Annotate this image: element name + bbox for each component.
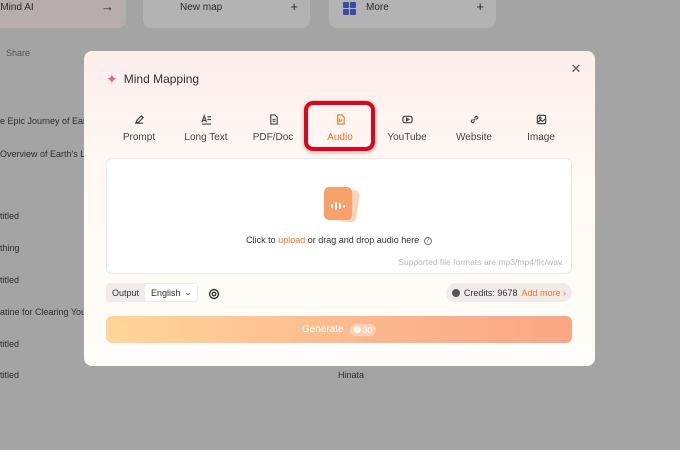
arrow-right-icon: → bbox=[101, 0, 114, 14]
tab-label: Website bbox=[456, 132, 492, 143]
credits-badge: Credits: 9678 Add more › bbox=[445, 283, 572, 302]
ai-card[interactable]: ritMind AI → bbox=[0, 0, 126, 28]
file-row[interactable]: Overview of Earth's Lay bbox=[0, 149, 95, 159]
tab-pdf-doc[interactable]: PDF/Doc bbox=[241, 112, 305, 145]
plus-icon: + bbox=[476, 0, 484, 14]
audio-upload-icon bbox=[324, 187, 361, 223]
audio-tab-highlight bbox=[304, 101, 375, 151]
new-map-label: New map bbox=[180, 2, 223, 13]
tab-label: Prompt bbox=[122, 132, 156, 143]
share-column-header: Share bbox=[6, 48, 31, 58]
owner-name: Hinata bbox=[338, 370, 365, 380]
chevron-right-icon: › bbox=[563, 287, 566, 298]
help-icon[interactable]: ? bbox=[423, 236, 432, 245]
upload-link[interactable]: upload bbox=[278, 235, 305, 245]
mind-mapping-dialog: ✦ Mind Mapping ✕ Prompt Long Text PDF/Do… bbox=[84, 51, 595, 366]
dropzone-suffix: or drag and drop audio here bbox=[305, 235, 420, 245]
file-row[interactable]: thing bbox=[0, 243, 20, 253]
credits-value: Credits: 9678 bbox=[463, 287, 518, 298]
pen-icon bbox=[107, 112, 171, 125]
coin-icon bbox=[353, 326, 361, 333]
supported-formats: Supported file formats are mp3/mp4/flc/w… bbox=[398, 257, 564, 267]
dropzone-prefix: Click to bbox=[246, 235, 279, 245]
file-row[interactable]: titled bbox=[0, 211, 19, 221]
generate-label: Generate bbox=[301, 324, 344, 335]
add-more-label: Add more bbox=[521, 287, 561, 298]
output-label: Output bbox=[112, 287, 140, 298]
tab-website[interactable]: Website bbox=[442, 112, 506, 145]
tab-label: Long Text bbox=[184, 132, 228, 143]
tab-label: YouTube bbox=[387, 132, 427, 143]
grid-icon bbox=[343, 2, 356, 15]
generate-cost: 30 bbox=[362, 324, 373, 335]
add-more-link[interactable]: Add more › bbox=[521, 288, 566, 298]
tab-youtube[interactable]: YouTube bbox=[375, 112, 439, 145]
dropzone-instructions: Click to upload or drag and drop audio h… bbox=[107, 235, 571, 245]
image-icon bbox=[509, 112, 573, 125]
generate-cost-badge: 30 bbox=[349, 323, 377, 336]
tab-label: PDF/Doc bbox=[252, 132, 294, 143]
language-value: English bbox=[151, 287, 181, 298]
link-icon bbox=[442, 112, 506, 124]
file-row[interactable]: titled bbox=[0, 370, 19, 380]
dialog-title: Mind Mapping bbox=[123, 72, 200, 86]
tab-long-text[interactable]: Long Text bbox=[174, 112, 238, 145]
more-card[interactable]: More + bbox=[329, 0, 496, 28]
file-row[interactable]: titled bbox=[0, 275, 19, 285]
close-icon[interactable]: ✕ bbox=[569, 62, 583, 76]
tab-image[interactable]: Image bbox=[509, 112, 573, 145]
sparkle-icon: ✦ bbox=[106, 71, 118, 87]
document-icon bbox=[241, 112, 305, 125]
generate-button[interactable]: Generate 30 bbox=[106, 316, 572, 343]
new-map-card[interactable]: New map + bbox=[143, 0, 310, 28]
language-select[interactable]: English ⌄ bbox=[145, 284, 198, 301]
dialog-header: ✦ Mind Mapping bbox=[106, 72, 199, 86]
text-icon bbox=[174, 112, 238, 125]
more-label: More bbox=[366, 2, 389, 13]
tab-label: Image bbox=[527, 132, 555, 143]
audio-dropzone[interactable]: Click to upload or drag and drop audio h… bbox=[106, 158, 572, 274]
file-row[interactable]: e Epic Journey of Earth: bbox=[0, 116, 96, 126]
file-row[interactable]: atine for Clearing Your bbox=[0, 307, 89, 317]
output-language-group: Output English ⌄ bbox=[106, 283, 199, 302]
plus-icon: + bbox=[290, 0, 298, 14]
tab-prompt[interactable]: Prompt bbox=[107, 112, 171, 145]
file-row[interactable]: titled bbox=[0, 339, 19, 349]
ai-card-label: ritMind AI bbox=[0, 2, 34, 13]
coin-icon bbox=[451, 288, 460, 297]
settings-icon[interactable] bbox=[208, 287, 220, 300]
youtube-icon bbox=[375, 112, 439, 124]
chevron-down-icon: ⌄ bbox=[184, 288, 192, 297]
